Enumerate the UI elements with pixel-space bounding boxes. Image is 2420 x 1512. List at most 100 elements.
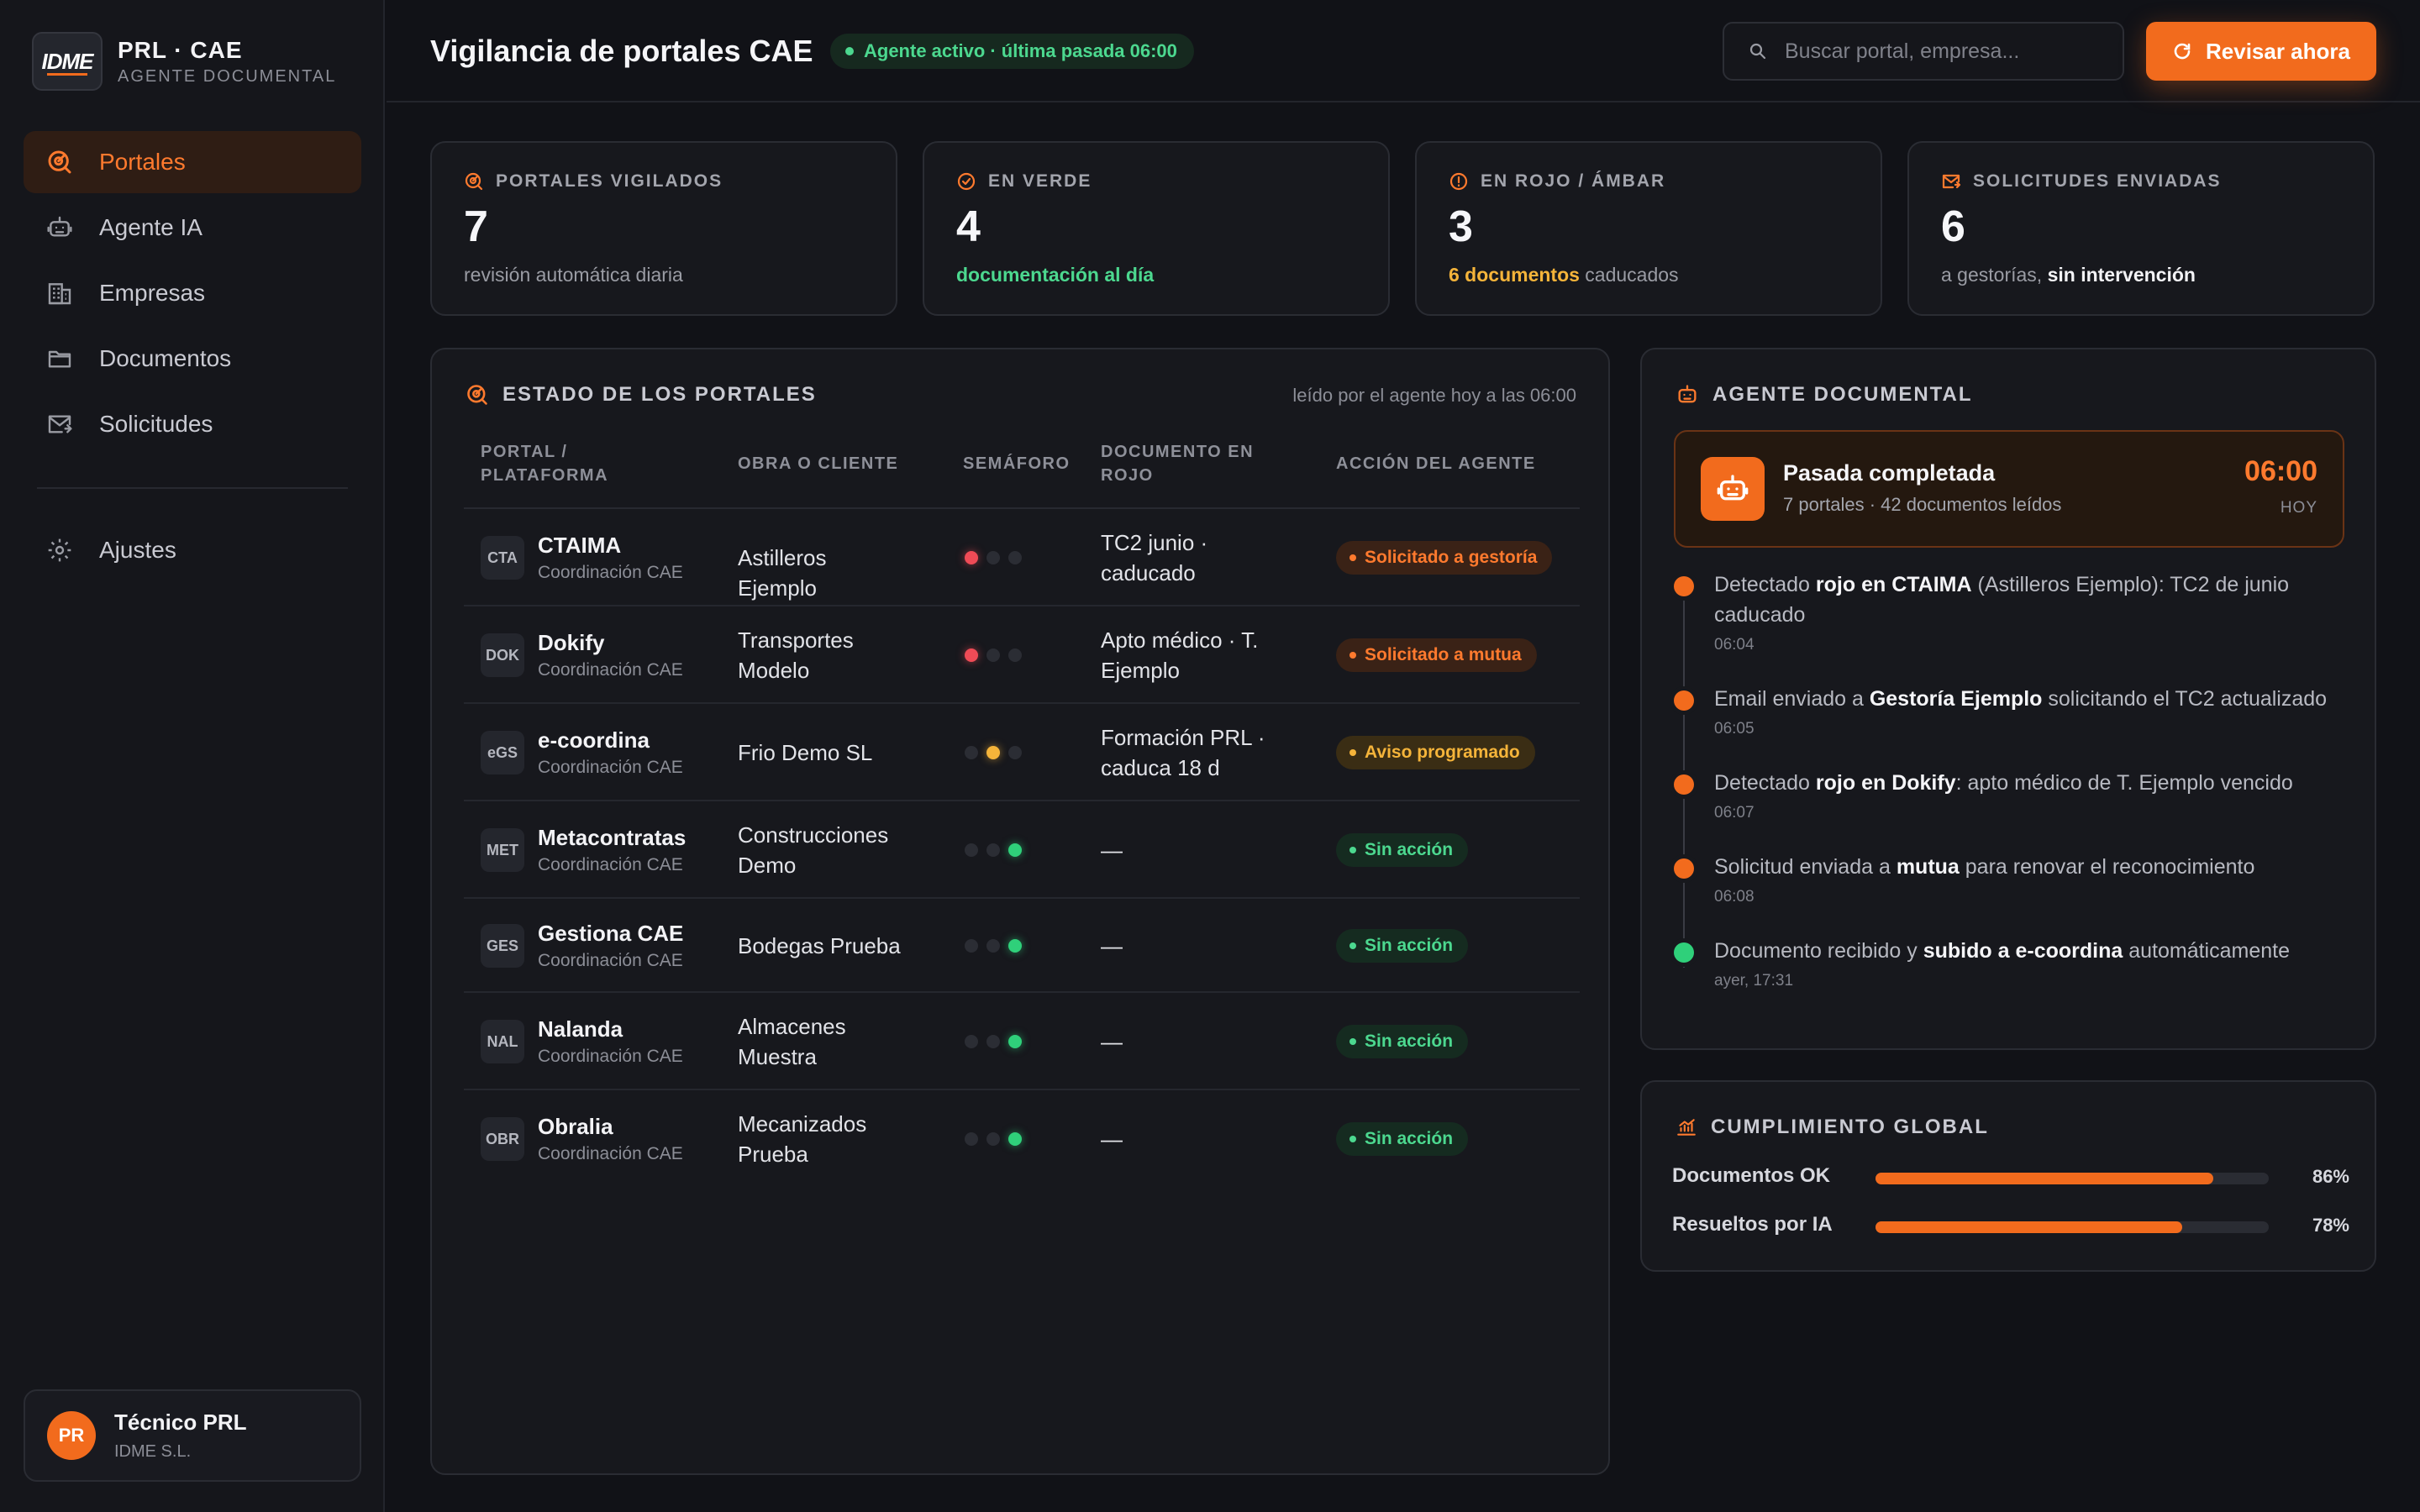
sidebar-nav: Portales Agente IA Empresas Documentos S… [24,131,361,585]
kpi-value: 3 [1449,202,1473,251]
event-text: Solicitud enviada a mutua para renovar e… [1714,855,2255,879]
brand: IDME PRL · CAE AGENTE DOCUMENTAL [32,32,336,91]
event-time: ayer, 17:31 [1714,972,1794,990]
gear-icon [45,536,74,564]
portal-name: Dokify [538,630,605,655]
light-amber [986,1035,1000,1048]
event-text: Email enviado a Gestoría Ejemplo solicit… [1714,687,2328,711]
radar-icon [45,148,74,176]
review-now-button[interactable]: Revisar ahora [2146,22,2376,81]
brand-logo: IDME [32,32,103,91]
sidebar-item-solicitudes[interactable]: Solicitudes [24,393,361,455]
portal-code-badge: eGS [481,731,524,774]
portal-platform: Coordinación CAE [538,1144,683,1163]
event-dot-icon [1674,858,1694,879]
traffic-light [965,746,1030,759]
light-green [1008,1035,1022,1048]
kpi-en-verde: EN VERDE 4 documentación al día [923,141,1390,316]
sidebar-item-agente-ia[interactable]: Agente IA [24,197,361,259]
agent-activity-card: AGENTE DOCUMENTAL Pasada completada 7 po… [1640,348,2376,1050]
portal-code-badge: DOK [481,633,524,677]
agent-action-badge: Sin acción [1336,1122,1469,1156]
pass-title: Pasada completada [1783,460,1996,486]
check-circle-icon [956,171,976,192]
agent-status-badge: Agente activo · última pasada 06:00 [830,34,1194,69]
kpi-note: revisión automática diaria [464,264,683,286]
progress-resueltos-ia: Resueltos por IA 78% [1672,1213,2349,1238]
global-compliance-card: CUMPLIMIENTO GLOBAL Documentos OK 86% Re… [1640,1080,2376,1272]
light-green [1008,843,1022,857]
event-dot-icon [1674,774,1694,795]
search-input[interactable] [1785,39,2104,64]
mail-send-icon [1941,171,1961,192]
event-time: 06:05 [1714,720,1754,738]
light-green [1008,551,1022,564]
portals-read-time: leído por el agente hoy a las 06:00 [1292,385,1576,406]
light-red [965,939,978,953]
traffic-light [965,939,1030,953]
column-header-document: DOCUMENTO EN ROJO [1101,443,1255,485]
traffic-light [965,1035,1030,1048]
document-status: Apto médico · T. Ejemplo [1101,627,1259,683]
sidebar: IDME PRL · CAE AGENTE DOCUMENTAL Portale… [0,0,385,1512]
table-row[interactable]: CTA CTAIMA Coordinación CAE Astilleros E… [464,509,1580,606]
light-red [965,648,978,662]
radar-icon [464,171,484,192]
alert-circle-icon [1449,171,1469,192]
sidebar-item-label: Portales [99,149,186,175]
table-row[interactable]: DOK Dokify Coordinación CAE Transportes … [464,606,1580,704]
portal-platform: Coordinación CAE [538,1047,683,1066]
light-amber [986,939,1000,953]
sidebar-item-ajustes[interactable]: Ajustes [24,519,361,581]
progress-fill [1876,1173,2214,1184]
table-row[interactable]: NAL Nalanda Coordinación CAE Almacenes M… [464,993,1580,1090]
progress-percent: 86% [2312,1166,2349,1187]
table-row[interactable]: MET Metacontratas Coordinación CAE Const… [464,801,1580,899]
table-row[interactable]: GES Gestiona CAE Coordinación CAE Bodega… [464,899,1580,993]
search-box[interactable] [1723,22,2124,81]
sidebar-item-portales[interactable]: Portales [24,131,361,193]
pass-subtitle: 7 portales · 42 documentos leídos [1783,494,2062,515]
portal-platform: Coordinación CAE [538,660,683,680]
portal-name: CTAIMA [538,533,622,558]
light-red [965,1035,978,1048]
search-icon [1748,41,1768,61]
kpi-note: documentación al día [956,264,1155,286]
light-red [965,843,978,857]
table-row[interactable]: eGS e-coordina Coordinación CAE Frio Dem… [464,704,1580,801]
light-green [1008,939,1022,953]
progress-fill [1876,1221,2183,1233]
sidebar-item-label: Solicitudes [99,411,213,437]
traffic-light [965,551,1030,564]
portal-platform: Coordinación CAE [538,855,683,874]
sidebar-item-empresas[interactable]: Empresas [24,262,361,324]
brand-title: PRL · CAE [118,36,243,63]
sidebar-item-label: Ajustes [99,537,176,563]
progress-track [1876,1173,2269,1184]
portal-name: e-coordina [538,727,650,753]
sidebar-item-label: Empresas [99,280,206,306]
pass-time: 06:00 [2244,455,2317,487]
sidebar-item-documentos[interactable]: Documentos [24,328,361,390]
event-time: 06:04 [1714,636,1754,654]
kpi-note-rest: a gestorías, [1941,264,2048,286]
traffic-light [965,1132,1030,1146]
event-time: 06:08 [1714,888,1754,906]
page-title: Vigilancia de portales CAE [430,34,813,68]
folder-icon [45,344,74,373]
client-name: Construcciones Demo [738,822,889,878]
user-card[interactable]: PR Técnico PRL IDME S.L. [24,1389,361,1482]
pass-summary: Pasada completada 7 portales · 42 docume… [1674,430,2344,548]
portal-name: Obralia [538,1114,613,1139]
robot-icon [1701,457,1765,521]
document-status: TC2 junio · caducado [1101,530,1208,585]
document-status: — [1101,1126,1123,1152]
table-row[interactable]: OBR Obralia Coordinación CAE Mecanizados… [464,1090,1580,1188]
light-red [965,1132,978,1146]
document-status: Formación PRL · caduca 18 d [1101,725,1265,780]
client-name: Almacenes Muestra [738,1014,846,1069]
light-amber [986,648,1000,662]
progress-label: Resueltos por IA [1672,1213,1833,1236]
mail-send-icon [45,410,74,438]
traffic-light [965,843,1030,857]
